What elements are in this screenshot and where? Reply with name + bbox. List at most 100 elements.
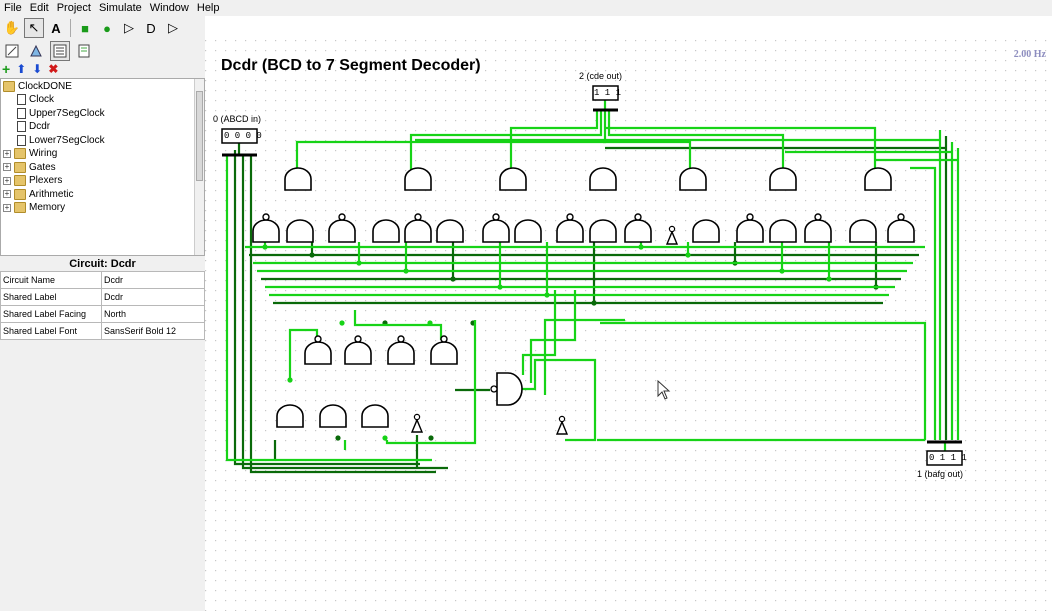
and-gate bbox=[769, 219, 797, 243]
tree-item-library[interactable]: + Wiring bbox=[3, 147, 57, 160]
circuit-icon bbox=[17, 94, 26, 105]
and-gate bbox=[499, 167, 527, 191]
nand-gate bbox=[344, 341, 372, 365]
nand-gate bbox=[482, 219, 510, 243]
expand-icon[interactable]: + bbox=[3, 203, 11, 212]
explorer-actions: + ⬆ ⬇ ✖ bbox=[0, 61, 205, 77]
output-pin-icon[interactable]: ● bbox=[97, 18, 117, 38]
inverter-bubble bbox=[314, 335, 322, 343]
text-tool-icon[interactable]: A bbox=[46, 18, 66, 38]
menu-help[interactable]: Help bbox=[193, 0, 224, 16]
attribute-value[interactable]: North bbox=[101, 305, 205, 323]
nand-gate bbox=[736, 219, 764, 243]
scrollbar-thumb[interactable] bbox=[196, 91, 203, 181]
expand-icon[interactable]: + bbox=[3, 176, 11, 185]
input-pin-icon[interactable]: ■ bbox=[75, 18, 95, 38]
inverter-bubble bbox=[897, 213, 905, 221]
and-gate bbox=[589, 167, 617, 191]
tick-frequency: 2.00 Hz bbox=[1013, 49, 1046, 60]
left-pane: + ⬆ ⬇ ✖ ClockDONE Clock Upper7SegClock Dcd… bbox=[0, 40, 205, 611]
tree-item-label: Plexers bbox=[29, 175, 63, 186]
inverter-bubble bbox=[397, 335, 405, 343]
inverter-bubble bbox=[414, 213, 422, 221]
move-down-icon[interactable]: ⬇ bbox=[32, 62, 42, 76]
folder-icon bbox=[14, 175, 26, 186]
simulation-tree-icon[interactable] bbox=[74, 41, 94, 61]
tree-item-library[interactable]: + Memory bbox=[3, 201, 65, 214]
circuit-title: Dcdr (BCD to 7 Segment Decoder) bbox=[221, 57, 481, 74]
attribute-value[interactable]: SansSerif Bold 12 bbox=[101, 322, 205, 340]
inverter-bubble bbox=[413, 413, 421, 421]
poke-tool-icon[interactable]: ✋ bbox=[2, 18, 22, 38]
tree-item-circuit[interactable]: Dcdr bbox=[17, 120, 50, 133]
and-gate bbox=[679, 167, 707, 191]
and-gate bbox=[404, 167, 432, 191]
tree-item-library[interactable]: + Gates bbox=[3, 161, 56, 174]
tree-item-label: Gates bbox=[29, 161, 56, 173]
tree-item-label: Dcdr bbox=[29, 121, 51, 132]
menu-simulate[interactable]: Simulate bbox=[95, 0, 146, 16]
wire-junction bbox=[428, 435, 434, 441]
attribute-value[interactable]: Dcdr bbox=[101, 271, 205, 289]
or-gate-icon[interactable]: ▷ bbox=[163, 18, 183, 38]
not-gate-icon[interactable]: ▷ bbox=[119, 18, 139, 38]
tree-item-label: Lower7SegClock bbox=[29, 134, 105, 146]
tree-item-library[interactable]: + Plexers bbox=[3, 174, 62, 187]
nand-gate bbox=[430, 341, 458, 365]
attribute-row[interactable]: Shared Label Facing North bbox=[0, 305, 205, 323]
tree-item-circuit[interactable]: Lower7SegClock bbox=[17, 134, 105, 147]
and-gate bbox=[692, 219, 720, 243]
attribute-row[interactable]: Shared Label Dcdr bbox=[0, 288, 205, 306]
and-gate-icon[interactable]: D bbox=[141, 18, 161, 38]
canvas-area[interactable]: 2.00 Hz Dcdr (BCD to 7 Segment Decoder) … bbox=[205, 40, 1052, 611]
tree-scrollbar[interactable] bbox=[194, 79, 204, 255]
select-tool-icon[interactable]: ↖ bbox=[24, 18, 44, 38]
wire-junction bbox=[427, 320, 433, 326]
inverter-bubble bbox=[490, 385, 498, 393]
bafg-output-label: 1 (bafg out) bbox=[917, 469, 964, 479]
menu-file[interactable]: File bbox=[0, 0, 26, 16]
attribute-value[interactable]: Dcdr bbox=[101, 288, 205, 306]
folder-icon bbox=[3, 81, 15, 92]
tree-item-circuit[interactable]: Upper7SegClock bbox=[17, 107, 105, 120]
edit-layout-icon[interactable] bbox=[2, 41, 22, 61]
attribute-row[interactable]: Shared Label Font SansSerif Bold 12 bbox=[0, 322, 205, 340]
folder-icon bbox=[14, 148, 26, 159]
and-gate bbox=[436, 219, 464, 243]
nand-gate bbox=[624, 219, 652, 243]
nand-gate bbox=[556, 219, 584, 243]
inverter-bubble bbox=[814, 213, 822, 221]
attribute-key: Shared Label Facing bbox=[0, 305, 102, 323]
cde-output-value: 1 1 1 bbox=[594, 88, 622, 98]
and-gate bbox=[372, 219, 400, 243]
bafg-output-value: 0 1 1 1 bbox=[929, 453, 967, 463]
tree-item-library[interactable]: + Arithmetic bbox=[3, 188, 73, 201]
attribute-key: Shared Label bbox=[0, 288, 102, 306]
attribute-row[interactable]: Circuit Name Dcdr bbox=[0, 271, 205, 289]
menu-edit[interactable]: Edit bbox=[26, 0, 53, 16]
add-circuit-icon[interactable]: + bbox=[2, 62, 10, 76]
circuit-canvas[interactable] bbox=[205, 40, 1052, 611]
input-pin-value[interactable]: 0 0 0 0 bbox=[224, 131, 262, 141]
explorer-tree: ClockDONE Clock Upper7SegClock Dcdr Lower7S… bbox=[0, 78, 205, 256]
attributes-title: Circuit: Dcdr bbox=[69, 258, 136, 270]
tree-view-icon[interactable] bbox=[50, 41, 70, 61]
expand-icon[interactable]: + bbox=[3, 190, 11, 198]
inverter-bubble bbox=[558, 415, 566, 423]
nand-gate bbox=[328, 219, 356, 243]
tree-item-circuit[interactable]: Clock bbox=[17, 93, 54, 106]
expand-icon[interactable]: + bbox=[3, 149, 11, 158]
inverter-bubble bbox=[668, 225, 676, 233]
move-up-icon[interactable]: ⬆ bbox=[16, 62, 26, 76]
and-gate bbox=[769, 167, 797, 191]
tree-item-label: Memory bbox=[29, 202, 66, 213]
menu-project[interactable]: Project bbox=[53, 0, 95, 16]
edit-appearance-icon[interactable] bbox=[26, 41, 46, 61]
tree-item-label: Upper7SegClock bbox=[29, 107, 105, 119]
menu-window[interactable]: Window bbox=[146, 0, 193, 16]
menu-bar: File Edit Project Simulate Window Help bbox=[0, 0, 1052, 16]
tree-item-root[interactable]: ClockDONE bbox=[3, 80, 72, 93]
delete-circuit-icon[interactable]: ✖ bbox=[48, 62, 58, 76]
expand-icon[interactable]: + bbox=[3, 163, 11, 171]
and-gate bbox=[864, 167, 892, 191]
